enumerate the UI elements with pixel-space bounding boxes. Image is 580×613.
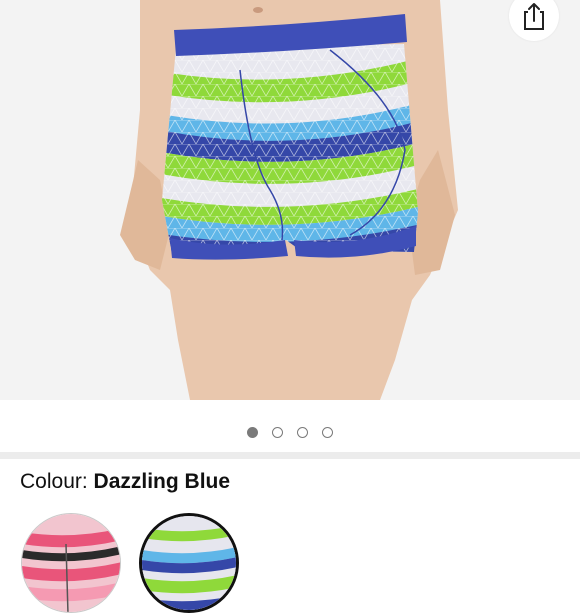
swatch-blue-image xyxy=(142,516,236,610)
product-image-carousel[interactable] xyxy=(0,0,580,400)
colour-swatch-pink[interactable] xyxy=(21,513,121,613)
product-photo xyxy=(120,0,458,400)
colour-selection-label: Colour: Dazzling Blue xyxy=(20,470,230,494)
carousel-dot-3[interactable] xyxy=(297,426,308,438)
carousel-dot-4[interactable] xyxy=(322,426,333,438)
share-icon xyxy=(524,3,544,30)
colour-label: Colour: xyxy=(20,470,88,493)
colour-swatch-dazzling-blue[interactable] xyxy=(139,513,239,613)
carousel-dot-2[interactable] xyxy=(272,426,283,438)
section-divider xyxy=(0,452,580,459)
colour-value: Dazzling Blue xyxy=(93,470,231,493)
carousel-indicator xyxy=(0,420,580,444)
swatch-pink-image xyxy=(22,514,120,612)
carousel-dot-1[interactable] xyxy=(247,426,258,438)
